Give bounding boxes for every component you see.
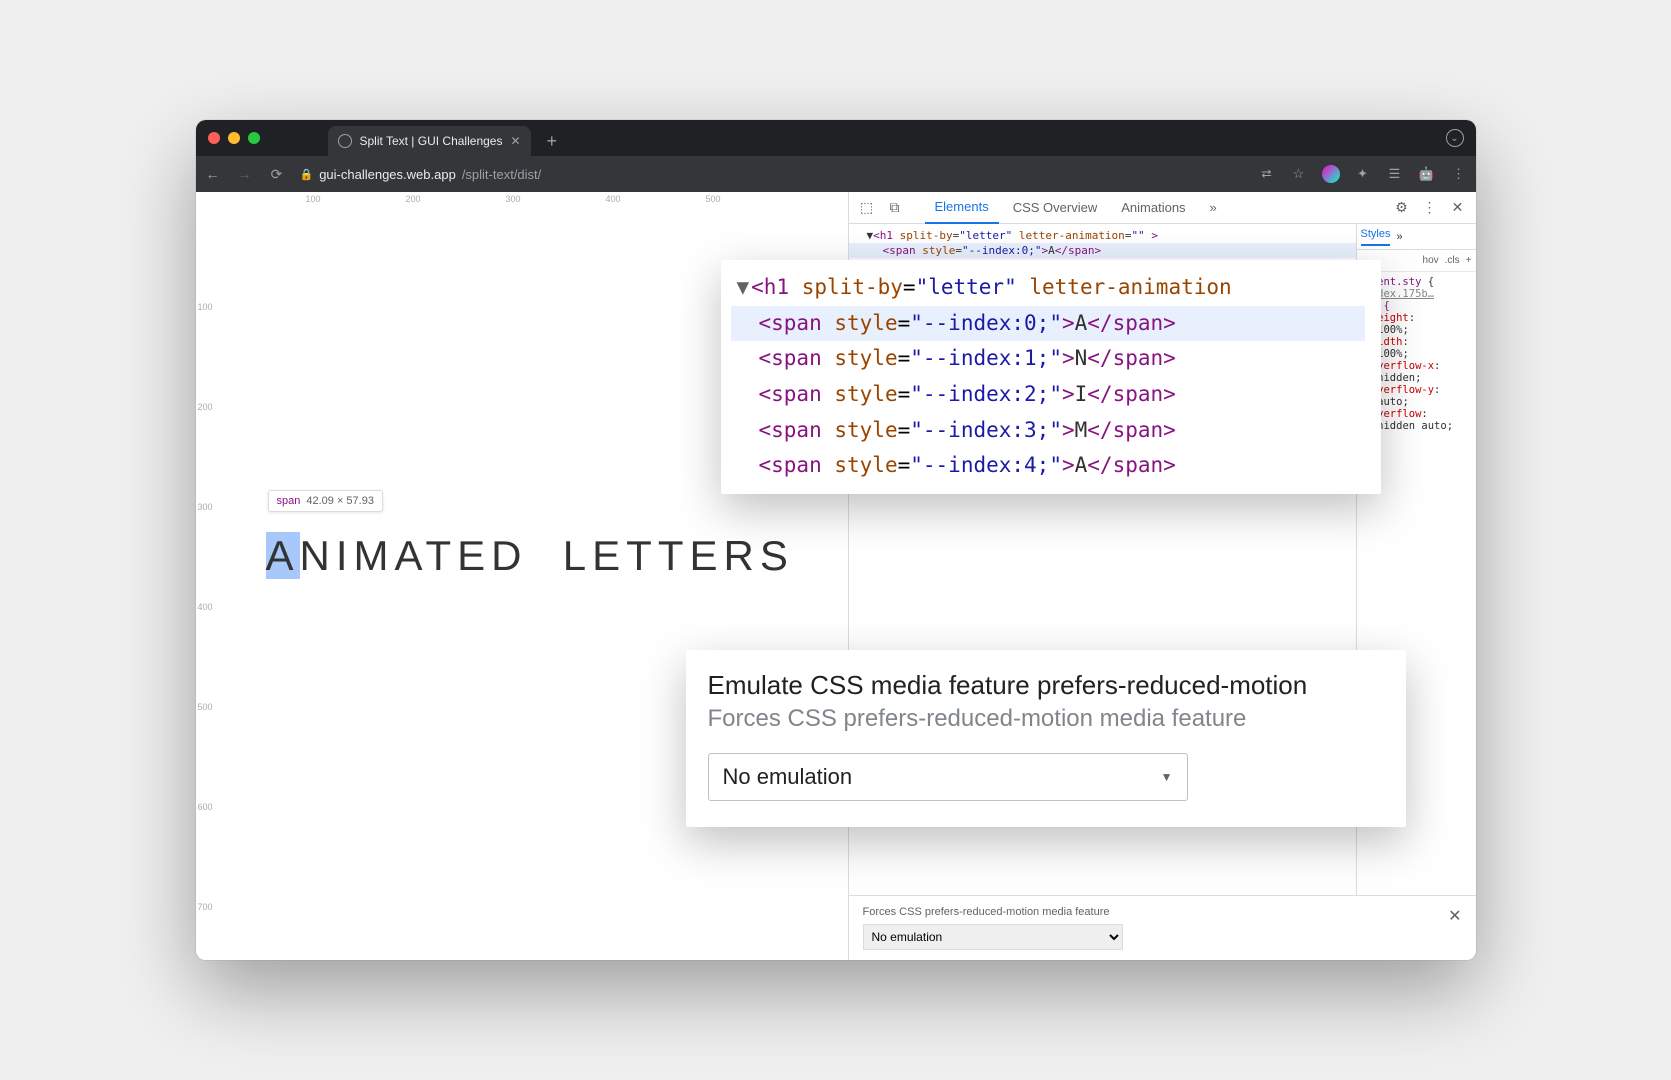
tab-elements[interactable]: Elements [925,192,999,224]
forward-button[interactable]: → [236,166,254,182]
lock-icon: 🔒 [300,168,314,181]
mag-dom-node: <span style="--index:2;">I</span> [731,377,1365,413]
tab-styles[interactable]: Styles [1361,228,1391,246]
heading-letter: T [658,532,690,579]
url-field[interactable]: 🔒 gui-challenges.web.app/split-text/dist… [300,167,542,182]
browser-tab[interactable]: Split Text | GUI Challenges ✕ [328,126,531,156]
dom-node[interactable]: ▼<h1 split-by="letter" letter-animation=… [849,228,1356,243]
ruler-tick: 200 [406,194,421,204]
heading-letter: A [395,532,426,579]
drawer-select[interactable]: No emulation [863,924,1123,950]
styles-tabbar: Styles » [1357,224,1476,250]
heading-letter: E [592,532,626,579]
ruler-vertical: 100200300400500600700800 [196,208,216,960]
url-host: gui-challenges.web.app [319,167,456,182]
address-bar: ← → ⟳ 🔒 gui-challenges.web.app/split-tex… [196,156,1476,192]
render-select[interactable]: No emulation ▼ [708,753,1188,801]
heading-letter: T [626,532,658,579]
tab-close-icon[interactable]: ✕ [510,134,520,148]
back-button[interactable]: ← [204,166,222,182]
bookmark-icon[interactable]: ☆ [1290,165,1308,183]
inspect-tooltip: span 42.09 × 57.93 [268,490,383,512]
devtools-tabbar: ⬚ ⧉ Elements CSS Overview Animations » ⚙… [849,192,1476,224]
device-toolbar-icon[interactable]: ⧉ [883,196,907,220]
new-rule-button[interactable]: + [1466,255,1472,266]
devtools-menu-icon[interactable]: ⋮ [1418,196,1442,220]
heading-letter: I [336,532,354,579]
tooltip-tag: span [277,495,301,507]
window-zoom-icon[interactable] [248,132,260,144]
tab-animations[interactable]: Animations [1111,192,1195,224]
tab-overflow-icon[interactable]: » [1200,192,1227,224]
chevron-down-icon: ▼ [1161,770,1173,784]
heading-letter: R [724,532,760,579]
reload-button[interactable]: ⟳ [268,166,286,183]
heading-letter: M [354,532,395,579]
heading-letter: L [563,532,592,579]
styles-overflow-icon[interactable]: » [1396,231,1402,243]
tab-css-overview[interactable]: CSS Overview [1003,192,1108,224]
heading-letter: T [425,532,457,579]
heading-letter: S [760,532,794,579]
mag-dom-node: <span style="--index:0;">A</span> [731,306,1365,342]
extensions-icon[interactable]: ✦ [1354,165,1372,183]
devtools-settings-icon[interactable]: ⚙ [1390,196,1414,220]
ruler-tick: 500 [198,702,213,712]
render-title: Emulate CSS media feature prefers-reduce… [708,670,1384,701]
hov-toggle[interactable]: hov [1423,255,1439,266]
tab-title: Split Text | GUI Challenges [360,134,503,148]
favicon-icon [338,134,352,148]
ruler-tick: 400 [606,194,621,204]
ruler-horizontal: 100 200 300 400 500 [216,192,848,208]
magnified-rendering-overlay: Emulate CSS media feature prefers-reduce… [686,650,1406,827]
browser-window: Split Text | GUI Challenges ✕ + ⌄ ← → ⟳ … [196,120,1476,960]
ruler-tick: 500 [706,194,721,204]
magnified-dom-overlay: ▼<h1 split-by="letter" letter-animation<… [721,260,1381,494]
mag-dom-node: ▼<h1 split-by="letter" letter-animation [731,270,1365,306]
extension-visbug-icon[interactable] [1322,165,1340,183]
ruler-tick: 400 [198,602,213,612]
new-tab-button[interactable]: + [547,131,558,152]
page-heading: ANIMATED LETTERS [266,532,794,580]
window-minimize-icon[interactable] [228,132,240,144]
heading-letter: D [491,532,527,579]
dom-node[interactable]: <span style="--index:0;">A</span> [849,243,1356,258]
ruler-tick: 300 [506,194,521,204]
window-close-icon[interactable] [208,132,220,144]
mag-dom-node: <span style="--index:4;">A</span> [731,448,1365,484]
render-select-value: No emulation [723,764,853,790]
rendering-drawer: ✕ Forces CSS prefers-reduced-motion medi… [849,895,1476,960]
inspect-element-icon[interactable]: ⬚ [855,196,879,220]
heading-letter: E [457,532,491,579]
ruler-tick: 600 [198,802,213,812]
drawer-label: Forces CSS prefers-reduced-motion media … [863,906,1462,918]
browser-menu-icon[interactable]: ⋮ [1450,165,1468,183]
ruler-tick: 100 [198,302,213,312]
titlebar: Split Text | GUI Challenges ✕ + ⌄ [196,120,1476,156]
ruler-tick: 100 [306,194,321,204]
heading-letter: E [689,532,723,579]
heading-letter [527,532,562,579]
ruler-tick: 200 [198,402,213,412]
tooltip-dims: 42.09 × 57.93 [306,495,374,507]
cls-toggle[interactable]: .cls [1445,255,1460,266]
heading-letter: N [300,532,336,579]
tab-overflow-icon[interactable]: ⌄ [1446,129,1464,147]
profile-avatar-icon[interactable]: 🤖 [1418,165,1436,183]
devtools-close-icon[interactable]: ✕ [1446,196,1470,220]
ruler-tick: 700 [198,902,213,912]
translate-icon[interactable]: ⮂ [1258,165,1276,183]
url-path: /split-text/dist/ [462,167,541,182]
mag-dom-node: <span style="--index:3;">M</span> [731,413,1365,449]
ruler-tick: 300 [198,502,213,512]
reading-list-icon[interactable]: ☰ [1386,165,1404,183]
heading-letter: A [266,532,300,579]
drawer-close-icon[interactable]: ✕ [1448,906,1461,926]
render-subtitle: Forces CSS prefers-reduced-motion media … [708,705,1384,733]
mag-dom-node: <span style="--index:1;">N</span> [731,341,1365,377]
